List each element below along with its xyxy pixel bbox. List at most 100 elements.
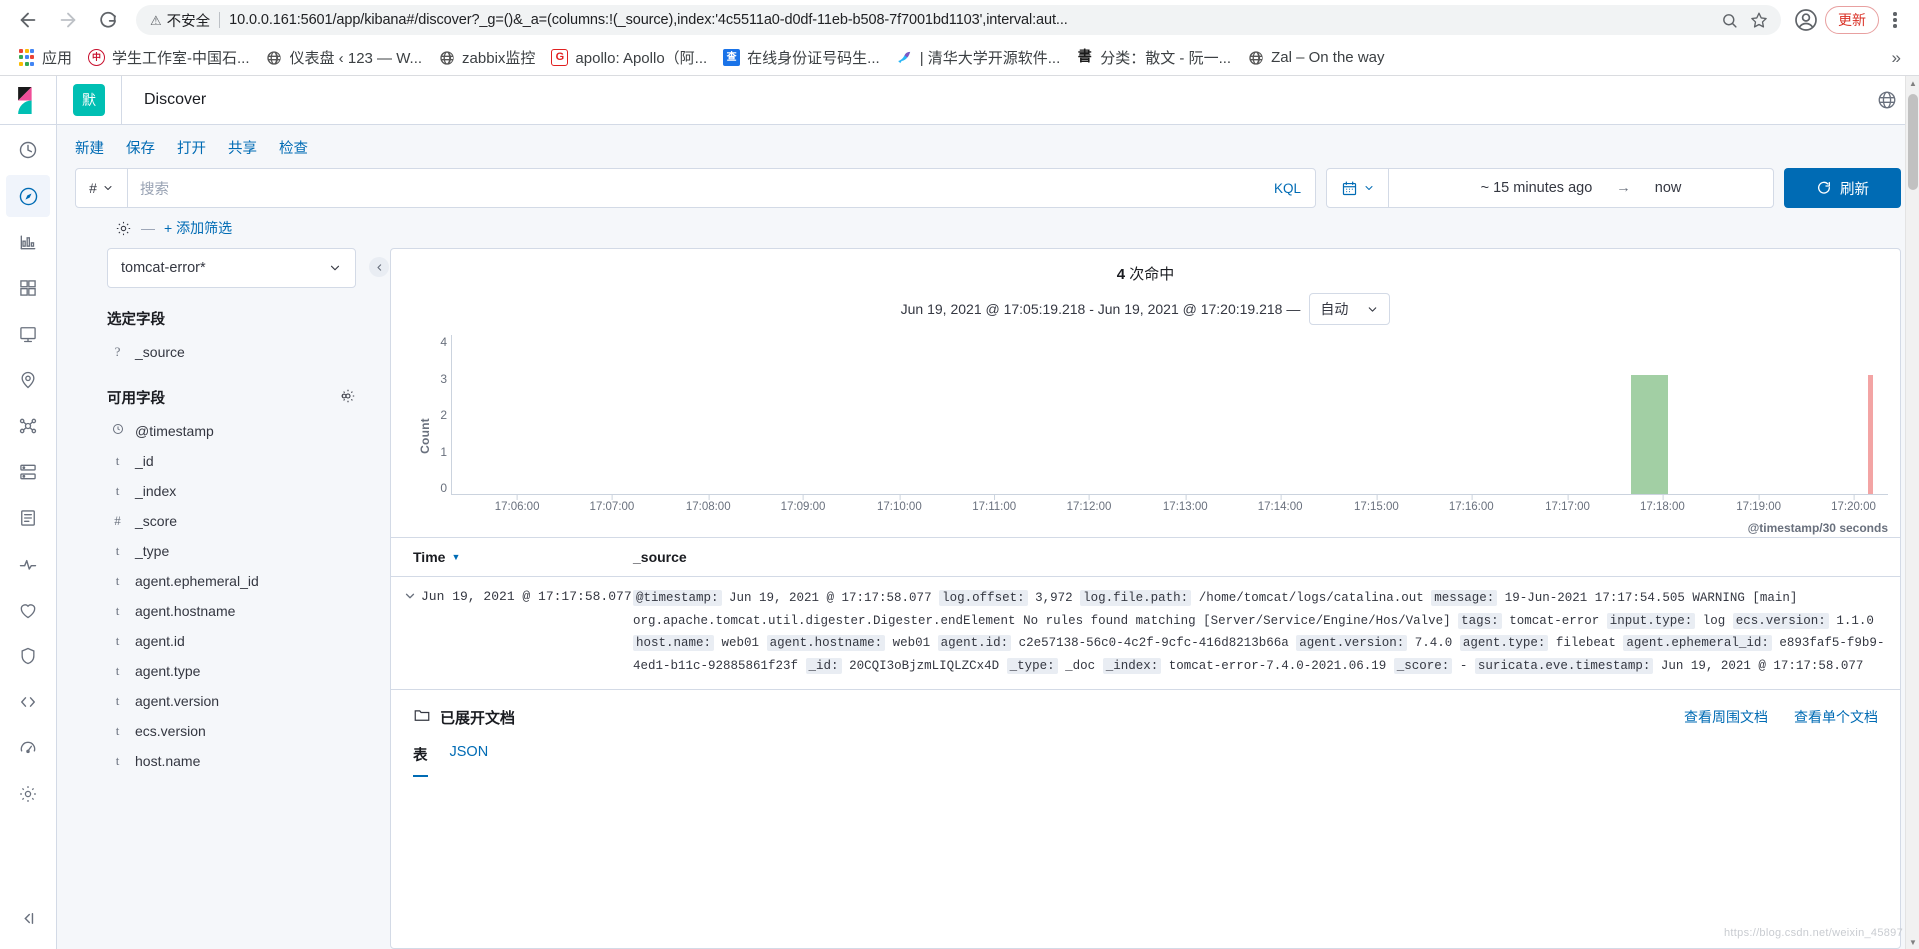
page-scrollbar[interactable]: ▲ ▼ xyxy=(1905,76,1919,949)
sidebar-item-discover[interactable] xyxy=(6,175,50,217)
interval-select[interactable]: 自动 xyxy=(1309,293,1391,325)
bookmark-item[interactable]: 中 学生工作室-中国石... xyxy=(80,43,258,72)
page-title: Discover xyxy=(144,91,207,108)
update-button[interactable]: 更新 xyxy=(1825,6,1879,34)
field-item[interactable]: t agent.version xyxy=(107,686,356,716)
field-key: log.file.path: xyxy=(1080,590,1192,606)
profile-avatar[interactable] xyxy=(1789,3,1823,37)
tab-json[interactable]: JSON xyxy=(450,744,489,777)
field-key: message: xyxy=(1431,590,1498,606)
field-item[interactable]: t agent.ephemeral_id xyxy=(107,566,356,596)
field-item[interactable]: t _id xyxy=(107,446,356,476)
sidebar-item-visualize[interactable] xyxy=(6,221,50,263)
sidebar-item-dashboard[interactable] xyxy=(6,267,50,309)
forward-button[interactable] xyxy=(50,2,86,38)
date-to[interactable]: now xyxy=(1655,180,1682,196)
field-item[interactable]: ? _source xyxy=(107,337,356,367)
date-from[interactable]: ~ 15 minutes ago xyxy=(1481,180,1593,196)
expand-row-toggle[interactable] xyxy=(391,587,421,677)
browser-menu-button[interactable] xyxy=(1881,12,1909,28)
sidebar-item-apm[interactable] xyxy=(6,543,50,585)
sidebar-collapse-handle[interactable] xyxy=(368,248,390,949)
sidebar-item-canvas[interactable] xyxy=(6,313,50,355)
chart-bars xyxy=(452,335,1888,494)
field-item[interactable]: t _index xyxy=(107,476,356,506)
refresh-button[interactable]: 刷新 xyxy=(1784,168,1901,208)
query-prefix-button[interactable]: # xyxy=(76,169,128,207)
elastic-logo[interactable] xyxy=(0,76,56,125)
bookmark-item[interactable]: zabbix监控 xyxy=(430,43,543,72)
gear-icon[interactable] xyxy=(115,220,132,237)
collapse-icon[interactable] xyxy=(6,897,50,939)
field-key: _index: xyxy=(1102,657,1162,674)
sort-desc-icon[interactable]: ▼ xyxy=(451,552,460,562)
gear-icon[interactable] xyxy=(336,388,356,408)
field-item[interactable]: t agent.type xyxy=(107,656,356,686)
bookmark-item[interactable]: G apollo: Apollo（阿... xyxy=(543,43,715,72)
sidebar-item-siem[interactable] xyxy=(6,635,50,677)
scroll-down-arrow[interactable]: ▼ xyxy=(1906,935,1919,949)
column-header-time[interactable]: Time ▼ xyxy=(391,549,633,565)
field-item[interactable]: # _score xyxy=(107,506,356,536)
chart-plot-area[interactable] xyxy=(451,335,1888,495)
field-name: agent.ephemeral_id xyxy=(135,573,259,589)
topnav-inspect[interactable]: 检查 xyxy=(279,137,308,158)
sidebar-item-monitoring[interactable] xyxy=(6,727,50,769)
field-item[interactable]: t _type xyxy=(107,536,356,566)
histogram-bar[interactable] xyxy=(1630,374,1669,494)
chevron-left-icon[interactable] xyxy=(369,257,389,277)
sidebar-item-maps[interactable] xyxy=(6,359,50,401)
calendar-icon[interactable] xyxy=(1327,169,1389,207)
bookmark-apps[interactable]: 应用 xyxy=(10,43,80,72)
scroll-up-arrow[interactable]: ▲ xyxy=(1906,76,1919,90)
sidebar-item-infrastructure[interactable] xyxy=(6,451,50,493)
sidebar-item-logs[interactable] xyxy=(6,497,50,539)
topnav-share[interactable]: 共享 xyxy=(228,137,257,158)
sidebar-item-dev-tools[interactable] xyxy=(6,681,50,723)
search-input[interactable]: 搜索 xyxy=(128,178,1260,199)
available-fields-title: 可用字段 xyxy=(107,387,356,408)
column-header-source[interactable]: _source xyxy=(633,549,1900,565)
query-language-button[interactable]: KQL xyxy=(1260,181,1315,196)
field-item[interactable]: t agent.id xyxy=(107,626,356,656)
tab-table[interactable]: 表 xyxy=(413,744,428,778)
bookmark-item[interactable]: | 清华大学开源软件... xyxy=(888,43,1069,72)
field-name: agent.id xyxy=(135,633,185,649)
scrollbar-thumb[interactable] xyxy=(1908,94,1918,190)
histogram-chart[interactable]: Count 4 3 2 1 0 17:06:00 17:07:00 17:08:… xyxy=(391,335,1900,537)
reload-button[interactable] xyxy=(90,2,126,38)
address-bar[interactable]: ⚠ 不安全 10.0.0.161:5601/app/kibana#/discov… xyxy=(136,5,1781,35)
field-item[interactable]: @timestamp xyxy=(107,416,356,446)
field-item[interactable]: t host.name xyxy=(107,746,356,776)
topnav-save[interactable]: 保存 xyxy=(126,137,155,158)
field-item[interactable]: t ecs.version xyxy=(107,716,356,746)
table-row[interactable]: Jun 19, 2021 @ 17:17:58.077 @timestamp: … xyxy=(391,577,1900,689)
bookmarks-overflow-button[interactable]: » xyxy=(1884,48,1909,68)
sidebar-item-recently-viewed[interactable] xyxy=(6,129,50,171)
topnav-new[interactable]: 新建 xyxy=(75,137,104,158)
bookmark-star-icon[interactable] xyxy=(1745,6,1773,34)
view-single-doc-link[interactable]: 查看单个文档 xyxy=(1794,707,1878,727)
histogram-bar[interactable] xyxy=(1867,374,1873,494)
x-tick: 17:20:00 xyxy=(1831,501,1876,513)
view-surrounding-docs-link[interactable]: 查看周围文档 xyxy=(1684,707,1768,727)
sidebar-item-management[interactable] xyxy=(6,773,50,815)
space-badge[interactable]: 默 xyxy=(73,84,105,116)
sidebar-item-uptime[interactable] xyxy=(6,589,50,631)
bookmark-item[interactable]: 查 在线身份证号码生... xyxy=(715,43,888,72)
field-item[interactable]: t agent.hostname xyxy=(107,596,356,626)
security-indicator[interactable]: ⚠ 不安全 xyxy=(150,10,210,31)
search-icon[interactable] xyxy=(1715,6,1743,34)
date-picker[interactable]: ~ 15 minutes ago → now xyxy=(1326,168,1774,208)
field-type-icon: t xyxy=(115,693,120,708)
field-key: _score: xyxy=(1393,657,1453,674)
query-bar[interactable]: # 搜索 KQL xyxy=(75,168,1316,208)
bookmark-item[interactable]: 仪表盘 ‹ 123 — W... xyxy=(258,43,431,72)
index-pattern-select[interactable]: tomcat-error* xyxy=(107,248,356,288)
bookmark-item[interactable]: Zal – On the way xyxy=(1239,45,1392,70)
topnav-open[interactable]: 打开 xyxy=(177,137,206,158)
bookmark-item[interactable]: 書 分类：散文 - 阮一... xyxy=(1068,43,1239,72)
add-filter-button[interactable]: + 添加筛选 xyxy=(164,218,232,238)
back-button[interactable] xyxy=(10,2,46,38)
sidebar-item-machine-learning[interactable] xyxy=(6,405,50,447)
